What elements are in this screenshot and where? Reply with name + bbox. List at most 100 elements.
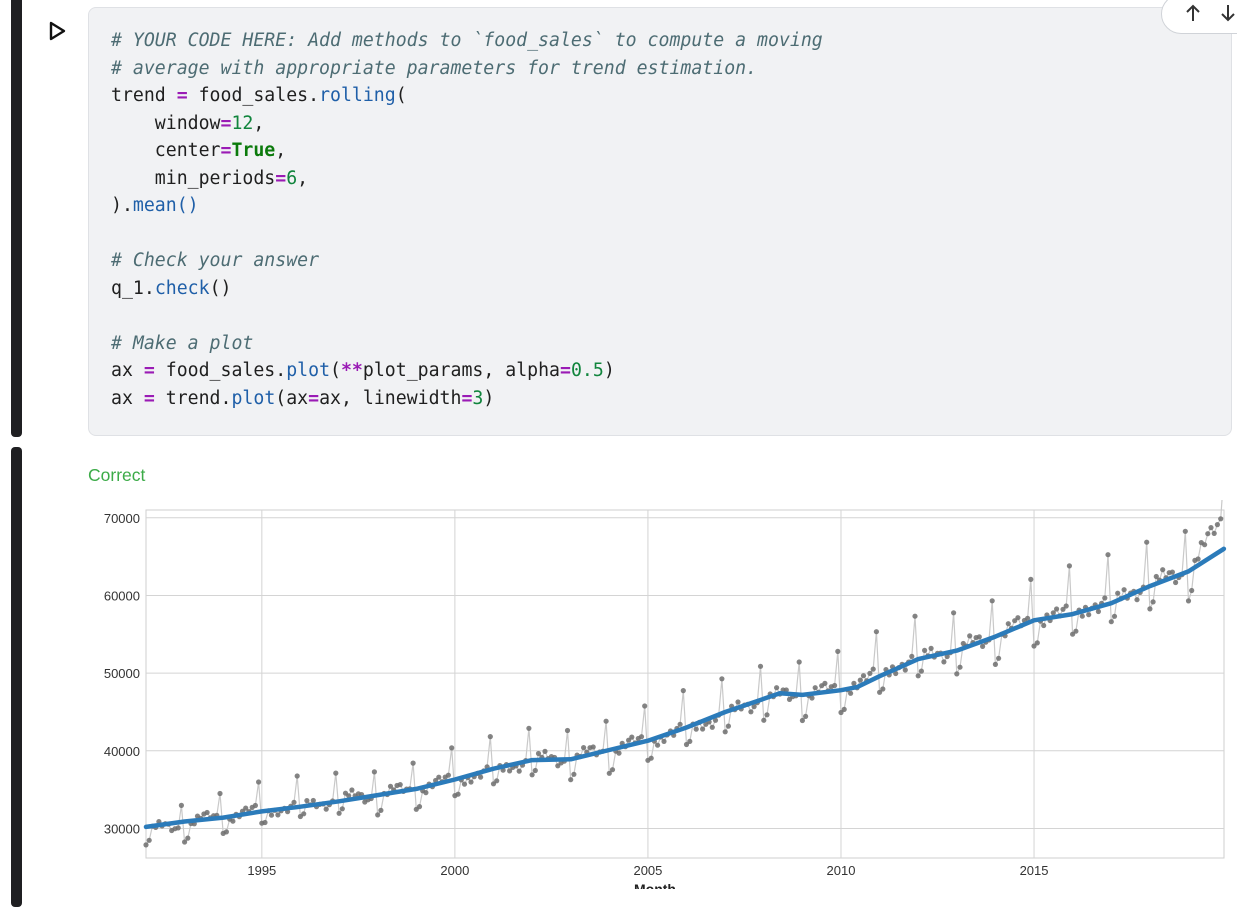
sales-point: [252, 802, 258, 809]
code-line: # Make a plot: [111, 330, 823, 358]
sales-point: [571, 771, 577, 777]
sales-point: [1079, 613, 1085, 619]
code-token: min_periods: [111, 167, 276, 189]
sales-point: [992, 661, 999, 667]
sales-point: [217, 790, 223, 797]
sales-point: [349, 787, 355, 793]
x-tick-label: 2015: [1020, 863, 1049, 878]
sales-point: [655, 742, 661, 748]
sales-point: [812, 685, 818, 691]
sales-point: [1202, 542, 1208, 548]
code-line: q_1.check(): [111, 275, 823, 303]
x-tick-label: 2005: [633, 863, 662, 878]
sales-point: [378, 807, 384, 813]
sales-point: [803, 713, 809, 719]
code-token: plot: [231, 387, 276, 409]
move-up-icon: [1186, 4, 1201, 21]
code-token: q_1.: [111, 277, 155, 299]
move-down-button[interactable]: [1217, 2, 1237, 24]
sales-point: [275, 812, 281, 818]
sales-point: [1054, 606, 1060, 612]
sales-point: [1208, 525, 1214, 531]
sales-point: [941, 659, 947, 665]
y-tick-label: 40000: [104, 744, 140, 759]
sales-point: [1073, 628, 1079, 634]
code-token: 3: [472, 387, 484, 409]
sales-point: [185, 835, 191, 841]
sales-point: [339, 806, 345, 812]
sales-point: [719, 676, 725, 682]
code-line: ​: [111, 220, 823, 248]
move-up-button[interactable]: [1182, 2, 1204, 24]
sales-point: [375, 812, 381, 818]
code-token: ): [483, 387, 495, 409]
code-token: =: [220, 140, 232, 161]
sales-point: [1108, 619, 1114, 625]
sales-point: [700, 726, 706, 732]
sales-point: [687, 738, 693, 744]
code-token: plot: [286, 360, 331, 381]
sales-point: [487, 734, 493, 740]
code-token: center: [111, 140, 221, 161]
code-token: ax, linewidth: [319, 387, 462, 409]
code-editor[interactable]: # YOUR CODE HERE: Add methods to `food_s…: [88, 0, 1237, 436]
sales-point: [873, 629, 880, 635]
sales-point: [304, 798, 310, 804]
sales-point: [143, 842, 149, 848]
code-token: =: [143, 387, 155, 409]
code-token: # average with appropriate parameters fo…: [111, 57, 758, 79]
sales-point: [223, 829, 229, 835]
sales-point: [860, 673, 867, 679]
sales-point: [581, 745, 587, 751]
sales-point: [661, 738, 667, 744]
x-tick-label: 2010: [827, 863, 856, 878]
code-token: 0.5: [570, 360, 604, 381]
sales-point: [1195, 556, 1201, 562]
sales-point: [680, 688, 686, 694]
trend-chart: 30000 40000 50000 60000 70000 1995 2000 2005 201…: [104, 500, 1227, 889]
sales-point: [1121, 587, 1127, 593]
code-token: check: [154, 277, 210, 299]
sales-point: [310, 797, 316, 804]
sales-point: [1041, 622, 1047, 629]
code-text[interactable]: # YOUR CODE HERE: Add methods to `food_s…: [111, 27, 823, 412]
sales-point: [175, 825, 181, 831]
sales-point: [1214, 522, 1220, 528]
sales-point: [1147, 606, 1153, 612]
code-token: window: [111, 112, 221, 134]
sales-point: [230, 818, 236, 824]
sales-point: [832, 682, 838, 689]
check-result-status: Correct: [88, 465, 146, 485]
sales-point: [996, 655, 1002, 661]
code-token: food_sales.: [187, 85, 320, 106]
sales-point: [735, 699, 741, 705]
x-tick-label: 2000: [440, 863, 469, 878]
sales-point: [1211, 530, 1217, 536]
run-cell-button[interactable]: [44, 18, 70, 44]
code-token: rolling: [319, 85, 396, 106]
sales-point: [1111, 613, 1118, 619]
sales-point: [629, 734, 635, 740]
sales-point: [1144, 539, 1150, 545]
sales-point: [494, 778, 500, 784]
sales-point: [416, 804, 423, 810]
code-line: # YOUR CODE HERE: Add methods to `food_s…: [111, 27, 823, 55]
code-token: # Make a plot: [111, 332, 254, 354]
sales-point: [616, 750, 622, 756]
sales-point: [799, 717, 806, 724]
code-token: ax: [111, 360, 144, 381]
code-line: ax = trend.plot(ax=ax, linewidth=3): [111, 385, 823, 413]
sales-point: [957, 664, 963, 670]
sales-point: [928, 645, 934, 651]
sales-point: [725, 723, 732, 729]
code-token: =: [220, 112, 232, 134]
sales-point: [989, 598, 995, 604]
y-tick-label: 50000: [104, 666, 140, 681]
code-token: ): [603, 360, 615, 381]
sales-point: [564, 727, 571, 734]
sales-point: [423, 790, 429, 796]
sales-point: [796, 659, 802, 665]
code-line: min_periods=6,: [111, 165, 823, 193]
sales-point: [568, 777, 574, 783]
sales-point: [1160, 567, 1166, 573]
